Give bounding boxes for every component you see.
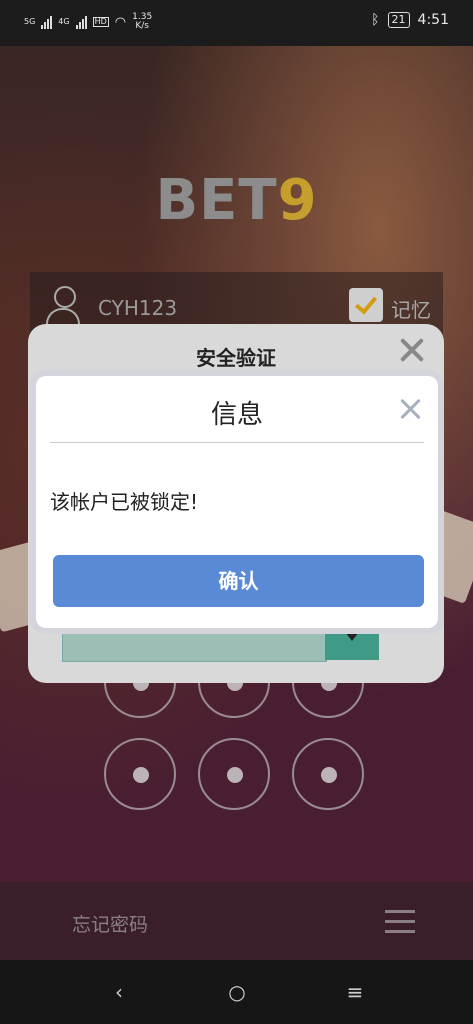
status-right: ᛒ 21 4:51 [371,12,449,28]
system-nav-bar: ‹ ○ ≡ [0,960,473,1024]
pattern-dot[interactable] [198,738,270,810]
pattern-dot[interactable] [104,738,176,810]
network-type-1: 5G [24,17,36,26]
network-speed: 1.35 K/s [132,13,152,31]
info-message: 该帐户已被锁定! [50,490,199,514]
signal-icon [41,15,53,29]
status-bar: 5G 4G HD ◠ 1.35 K/s ᛒ 21 4:51 [0,0,473,46]
close-icon[interactable] [400,398,422,420]
brand-logo: BET9 [0,168,473,233]
status-left: 5G 4G HD ◠ 1.35 K/s [24,13,152,31]
info-dialog-panel: 信息 该帐户已被锁定! 确认 [36,376,438,628]
bluetooth-icon: ᛒ [371,12,380,28]
hd-badge: HD [92,17,109,27]
security-dialog-title: 安全验证 [196,346,276,370]
user-icon [46,286,80,326]
recents-icon[interactable]: ≡ [340,980,370,1004]
signal-icon-2 [75,15,87,29]
battery-icon: 21 [387,12,410,28]
remember-checkbox[interactable] [349,288,383,322]
forgot-password-link[interactable]: 忘记密码 [72,910,148,937]
bottom-bar: 忘记密码 [0,882,473,960]
remember-label: 记忆 [391,298,431,322]
menu-icon[interactable] [385,910,415,933]
info-dialog: 信息 该帐户已被锁定! 确认 [30,370,444,634]
username-value: CYH123 [98,296,178,320]
network-type-2: 4G [58,17,70,26]
pattern-dot[interactable] [292,738,364,810]
home-icon[interactable]: ○ [222,980,252,1004]
logo-digit: 9 [277,168,318,233]
info-dialog-title: 信息 [210,400,263,430]
back-icon[interactable]: ‹ [104,980,134,1004]
logo-text: BET [155,168,278,233]
close-icon[interactable] [398,336,426,364]
confirm-button[interactable]: 确认 [53,555,424,607]
wifi-icon: ◠ [114,14,127,30]
divider [50,442,424,443]
clock: 4:51 [417,12,449,28]
speed-unit: K/s [135,21,149,31]
